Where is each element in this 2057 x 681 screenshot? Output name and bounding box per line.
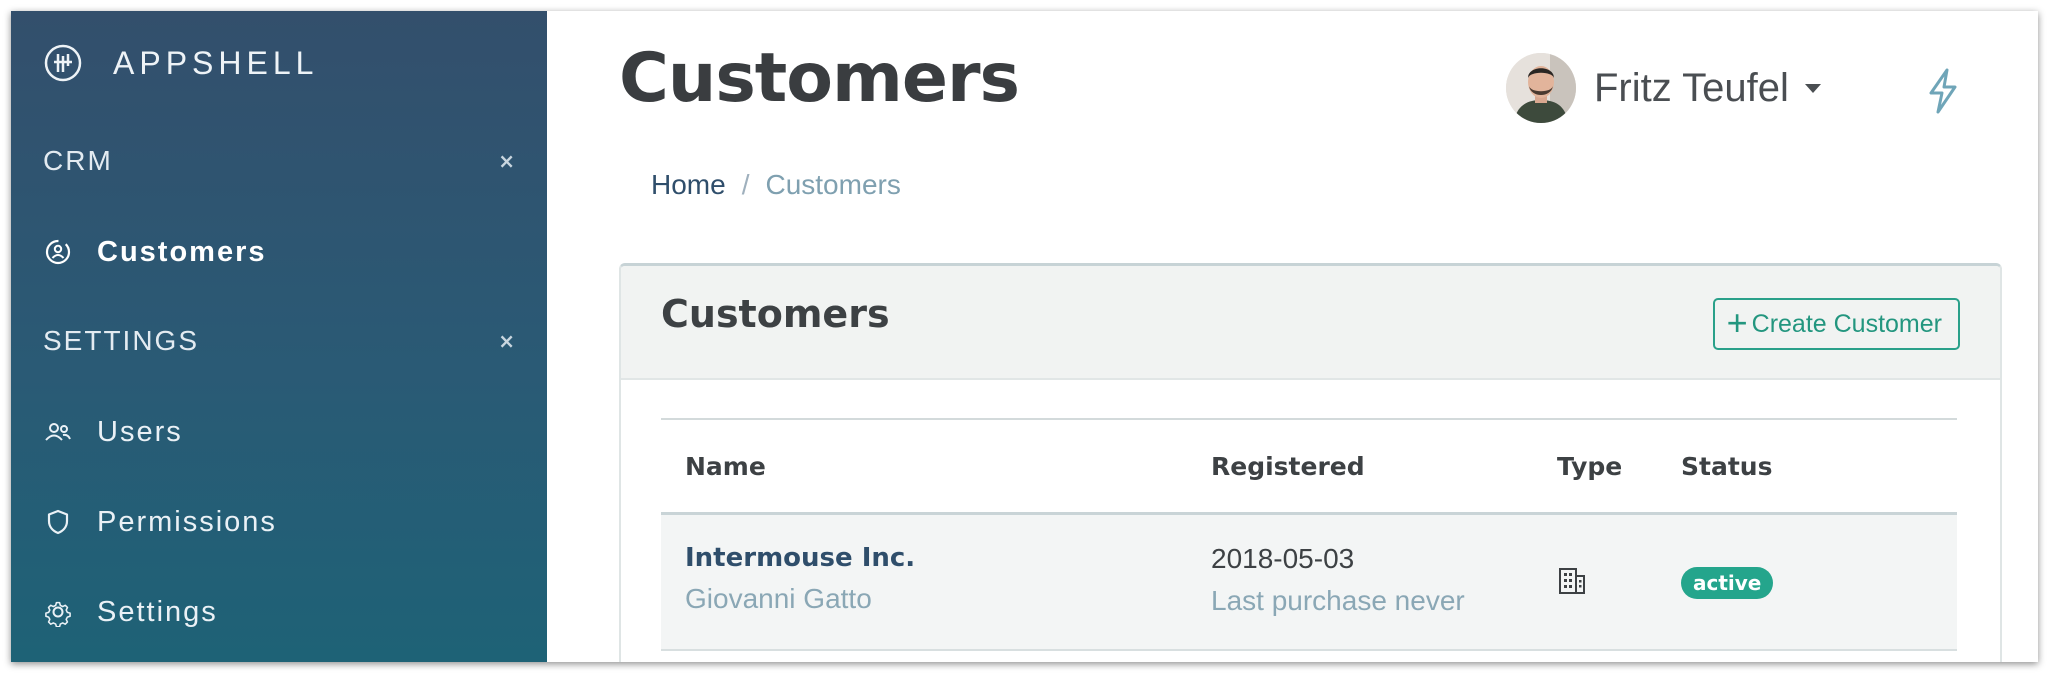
section-crm-label: CRM [43,145,113,176]
card-title: Customers [661,292,890,336]
sidebar: APPSHELL CRM × Customers SETTINGS × User… [11,11,547,662]
column-header-status[interactable]: Status [1681,452,1772,481]
bolt-button[interactable] [1921,65,1965,121]
page-title: Customers [619,39,1020,118]
shield-icon [43,507,73,537]
section-settings-label: SETTINGS [43,325,200,356]
table-header: Name Registered Type Status [661,418,1957,515]
sidebar-item-label: Customers [97,235,267,268]
close-icon[interactable]: × [498,149,515,173]
sidebar-item-label: Users [97,415,183,448]
column-header-registered[interactable]: Registered [1211,452,1365,481]
create-customer-label: Create Customer [1751,309,1942,338]
section-crm[interactable]: CRM × [43,141,515,181]
customers-icon [43,237,73,267]
user-menu[interactable]: Fritz Teufel [1506,53,1821,123]
close-icon[interactable]: × [498,329,515,353]
brand[interactable]: APPSHELL [43,39,318,87]
chevron-down-icon[interactable] [1804,83,1821,93]
building-icon [1557,565,1587,595]
user-name[interactable]: Fritz Teufel [1594,66,1789,111]
customers-table: Name Registered Type Status Intermouse I… [661,418,1957,651]
avatar[interactable] [1506,53,1576,123]
column-header-name[interactable]: Name [685,452,766,481]
brand-name: APPSHELL [113,44,319,81]
status-badge: active [1681,567,1774,599]
breadcrumb-separator: / [741,169,750,200]
sidebar-item-label: Permissions [97,505,277,538]
app-window: APPSHELL CRM × Customers SETTINGS × User… [11,11,2038,662]
plus-icon: + [1726,301,1748,343]
name-cell: Intermouse Inc. Giovanni Gatto [685,543,915,615]
create-customer-button[interactable]: + Create Customer [1712,298,1960,350]
breadcrumb-current: Customers [765,169,901,200]
card-header: Customers + Create Customer [621,266,2000,380]
bolt-icon [1925,67,1961,119]
brand-logo-icon [43,43,83,83]
registered-date: 2018-05-03 [1211,543,1355,574]
customer-contact: Giovanni Gatto [685,583,872,614]
section-settings[interactable]: SETTINGS × [43,321,515,361]
registered-cell: 2018-05-03 Last purchase never [1211,543,1465,617]
column-header-type[interactable]: Type [1557,452,1622,481]
table-row[interactable]: Intermouse Inc. Giovanni Gatto 2018-05-0… [661,515,1957,651]
sidebar-item-permissions[interactable]: Permissions [43,498,515,546]
customers-card: Customers + Create Customer Name Registe… [619,263,2002,662]
sidebar-item-customers[interactable]: Customers [43,228,515,276]
breadcrumb: Home / Customers [651,169,901,201]
users-icon [43,417,73,447]
last-purchase: Last purchase never [1211,585,1465,616]
breadcrumb-home-link[interactable]: Home [651,169,726,201]
sidebar-item-users[interactable]: Users [43,408,515,456]
sidebar-item-label: Settings [97,595,218,628]
gear-icon [43,597,73,627]
customer-name-link[interactable]: Intermouse Inc. [685,543,915,573]
sidebar-item-settings[interactable]: Settings [43,588,515,636]
main-content: Customers Fritz Teufel Home / Customers … [547,11,2038,662]
